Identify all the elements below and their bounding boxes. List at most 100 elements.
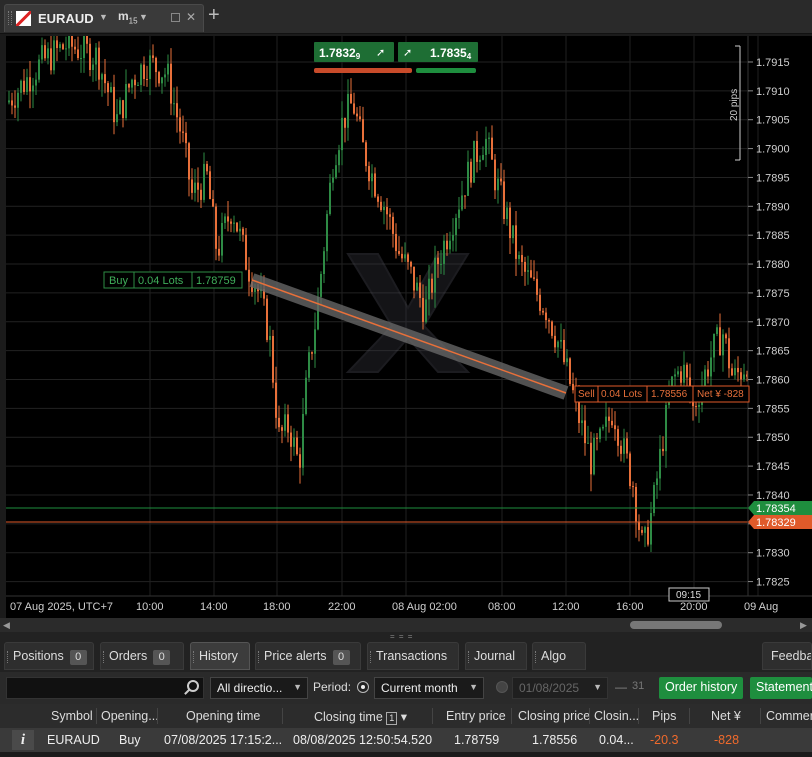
price-chart[interactable]: 1.7915 1.7910 1.7905 1.7900 1.7895 1.7890 1.78…: [6, 36, 812, 618]
col-closing-price[interactable]: Closing price: [518, 709, 590, 723]
crosshair-time-text: 09:15: [676, 590, 701, 601]
candle-body: [554, 335, 556, 348]
chart-canvas[interactable]: 1.7915 1.7910 1.7905 1.7900 1.7895 1.7890 1.78…: [6, 36, 812, 618]
popout-icon[interactable]: [171, 13, 180, 22]
tab-journal[interactable]: Journal: [465, 642, 527, 670]
candle-body: [293, 437, 295, 447]
close-icon[interactable]: ✕: [186, 10, 196, 24]
timeframe-dropdown-icon[interactable]: ▼: [139, 12, 148, 22]
col-separator[interactable]: [589, 708, 590, 724]
candle-body: [680, 371, 682, 383]
tab-orders[interactable]: Orders 0: [100, 642, 184, 670]
candle-body: [323, 251, 325, 274]
buy-tag-lots: 0.04 Lots: [138, 275, 184, 287]
candle-body: [464, 195, 466, 197]
search-icon[interactable]: [187, 680, 199, 692]
candle-body: [476, 140, 478, 162]
from-date-value: 01/08/2025: [519, 681, 580, 695]
candle-body: [104, 74, 106, 84]
candle-body: [587, 442, 589, 444]
candle-body: [356, 113, 358, 117]
candle-body: [392, 216, 394, 234]
col-opening-direction[interactable]: Opening...: [101, 709, 159, 723]
tab-positions[interactable]: Positions 0: [4, 642, 94, 670]
from-date-input[interactable]: 01/08/2025 ▼: [512, 677, 608, 699]
period-custom-radio[interactable]: [496, 681, 508, 693]
order-history-button[interactable]: Order history: [659, 677, 744, 699]
col-separator[interactable]: [689, 708, 690, 724]
candle-body: [224, 216, 226, 223]
col-separator[interactable]: [638, 708, 639, 724]
chart-symbol[interactable]: EURAUD: [38, 11, 94, 26]
candle-body: [605, 416, 607, 427]
candle-body: [152, 55, 154, 58]
chart-tab[interactable]: EURAUD ▼ m15 ▼ ✕: [4, 4, 204, 32]
tab-price-alerts[interactable]: Price alerts 0: [255, 642, 361, 670]
chart-horizontal-scrollbar[interactable]: ◀ ▶: [0, 618, 812, 632]
candle-body: [236, 222, 238, 232]
y-tick-label: 1.7865: [756, 346, 790, 358]
scroll-thumb[interactable]: [630, 621, 722, 629]
col-separator[interactable]: [157, 708, 158, 724]
chevron-down-icon: ▼: [593, 682, 602, 692]
statement-button[interactable]: Statement: [750, 677, 812, 699]
buy-position-tag[interactable]: Buy 0.04 Lots 1.78759: [103, 271, 243, 289]
col-separator[interactable]: [96, 708, 97, 724]
drag-grip-icon[interactable]: [8, 11, 12, 25]
symbol-dropdown-icon[interactable]: ▼: [99, 12, 108, 22]
col-symbol[interactable]: Symbol: [51, 709, 93, 723]
col-closing-qty[interactable]: Closin...: [594, 709, 639, 723]
candle-body: [398, 251, 400, 254]
candle-body: [698, 404, 700, 407]
candle-body: [233, 222, 235, 224]
col-entry-price[interactable]: Entry price: [446, 709, 506, 723]
col-separator[interactable]: [282, 708, 283, 724]
tab-algo[interactable]: Algo: [532, 642, 586, 670]
col-separator[interactable]: [760, 708, 761, 724]
col-comment[interactable]: Commer: [766, 709, 812, 723]
candle-body: [347, 93, 349, 128]
date-range-dash: —: [615, 680, 627, 694]
candle-body: [242, 228, 244, 235]
candle-body: [704, 369, 706, 386]
tab-history[interactable]: History: [190, 642, 250, 670]
history-search-input[interactable]: [6, 677, 204, 699]
tab-transactions[interactable]: Transactions: [367, 642, 459, 670]
candle-body: [290, 432, 292, 447]
col-separator[interactable]: [511, 708, 512, 724]
col-net[interactable]: Net ¥: [711, 709, 741, 723]
sell-quote-button[interactable]: 1.78329 ➚: [314, 42, 412, 73]
info-icon[interactable]: i: [12, 730, 34, 750]
candle-body: [44, 45, 46, 59]
direction-select[interactable]: All directio... ▼: [210, 677, 308, 699]
period-select[interactable]: Current month ▼: [374, 677, 484, 699]
col-opening-time[interactable]: Opening time: [186, 709, 260, 723]
tab-feedback[interactable]: Feedback: [762, 642, 812, 670]
buy-pip: 4: [467, 52, 472, 61]
add-chart-icon[interactable]: +: [208, 5, 220, 25]
scroll-right-icon[interactable]: ▶: [800, 620, 807, 631]
sell-position-tag[interactable]: Sell 0.04 Lots 1.78556 Net ¥ -828: [574, 385, 750, 403]
candle-body: [485, 138, 487, 155]
col-closing-time[interactable]: Closing time 1 ▾: [314, 709, 407, 725]
timeframe-sub: 15: [128, 16, 138, 26]
candle-body: [128, 84, 130, 88]
candle-body: [533, 277, 535, 279]
candle-body: [623, 438, 625, 454]
candle-body: [68, 36, 70, 49]
candle-body: [116, 114, 118, 123]
timeframe-selector[interactable]: m15: [118, 9, 138, 25]
col-pips[interactable]: Pips: [652, 709, 676, 723]
candle-body: [95, 47, 97, 65]
table-row[interactable]: i EURAUD Buy 07/08/2025 17:15:2... 08/08…: [0, 728, 812, 752]
panel-splitter[interactable]: = = =: [0, 632, 812, 641]
x-tick-label: 12:00: [552, 601, 580, 613]
to-date-input[interactable]: 31: [632, 680, 644, 692]
buy-tag-price: 1.78759: [196, 275, 236, 287]
candle-body: [338, 150, 340, 166]
candle-body: [53, 40, 55, 71]
col-separator[interactable]: [432, 708, 433, 724]
scroll-left-icon[interactable]: ◀: [3, 620, 10, 631]
y-tick-label: 1.7915: [756, 57, 790, 69]
period-preset-radio[interactable]: [357, 681, 369, 693]
